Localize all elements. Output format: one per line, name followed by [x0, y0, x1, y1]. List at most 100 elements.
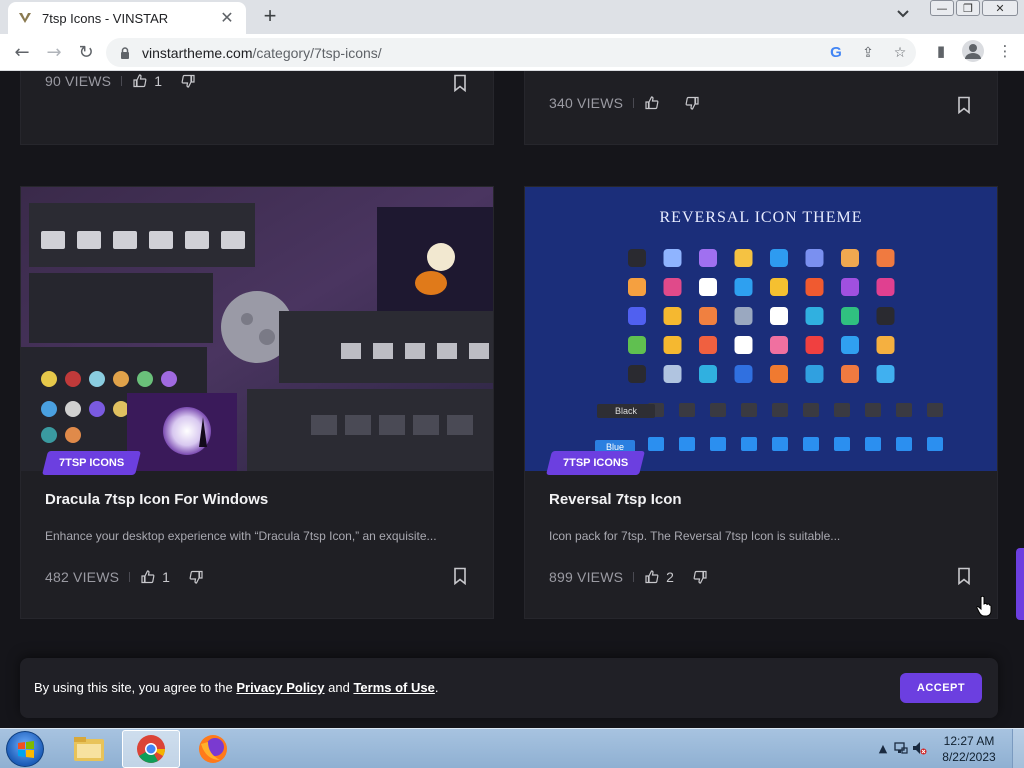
- minimize-button[interactable]: —: [930, 0, 954, 16]
- app-icon-tile: [734, 307, 753, 325]
- app-icon-tile: [663, 278, 682, 296]
- accept-cookies-button[interactable]: ACCEPT: [900, 673, 982, 703]
- system-tray: ▲ 12:27 AM 8/22/2023: [874, 729, 1024, 768]
- clock-time: 12:27 AM: [943, 734, 995, 748]
- meta-divider: [129, 572, 131, 582]
- url-text[interactable]: vinstartheme.com/category/7tsp-icons/: [142, 45, 382, 61]
- url-domain: vinstartheme.com: [142, 44, 253, 61]
- firefox-icon: [199, 735, 227, 763]
- address-bar[interactable]: vinstartheme.com/category/7tsp-icons/ G …: [106, 38, 916, 67]
- likes-count: 1: [154, 73, 162, 89]
- black-folder-tile: [679, 403, 695, 417]
- like-button[interactable]: 2: [644, 569, 674, 585]
- bookmark-icon[interactable]: [452, 567, 468, 585]
- omnibox-actions: G ⇪ ☆: [826, 43, 910, 63]
- taskbar-file-explorer[interactable]: [60, 730, 118, 768]
- tab-search-icon[interactable]: [896, 8, 910, 22]
- tab-strip: 7tsp Icons - VINSTAR ✕ + — ❐ ✕: [0, 0, 1024, 34]
- black-folder-tile: [741, 403, 757, 417]
- dislike-button[interactable]: [692, 569, 708, 585]
- like-button[interactable]: [644, 95, 666, 111]
- post-excerpt: Icon pack for 7tsp. The Reversal 7tsp Ic…: [549, 529, 841, 543]
- app-icon-tile: [805, 307, 824, 325]
- blue-folder-tile: [896, 437, 912, 451]
- scrollbar-thumb[interactable]: [1016, 548, 1024, 620]
- category-badge[interactable]: 7TSP ICONS: [546, 451, 646, 475]
- app-icon-tile: [663, 365, 682, 383]
- show-desktop-button[interactable]: [1012, 729, 1024, 768]
- bookmark-star-icon[interactable]: ☆: [890, 43, 910, 63]
- terms-of-use-link[interactable]: Terms of Use: [353, 680, 434, 695]
- app-icon-tile: [770, 336, 788, 354]
- bookmark-icon[interactable]: [956, 567, 972, 585]
- app-icon-tile: [805, 336, 824, 354]
- likes-count: 1: [162, 569, 170, 585]
- black-folder-tile: [834, 403, 850, 417]
- windows-logo-icon: [18, 741, 34, 758]
- category-badge-label: 7TSP ICONS: [59, 457, 125, 469]
- folder-icon: [74, 737, 104, 761]
- side-panel-icon[interactable]: ▮: [930, 40, 952, 62]
- category-badge[interactable]: 7TSP ICONS: [42, 451, 142, 475]
- browser-tab-active[interactable]: 7tsp Icons - VINSTAR ✕: [8, 2, 246, 34]
- dracula-preview-image: [21, 187, 493, 471]
- meta-divider: [633, 572, 635, 582]
- dislike-button[interactable]: [188, 569, 204, 585]
- bookmark-icon[interactable]: [452, 74, 468, 92]
- volume-muted-icon[interactable]: [910, 740, 928, 758]
- privacy-policy-link[interactable]: Privacy Policy: [236, 680, 324, 695]
- reload-button[interactable]: ↻: [74, 41, 98, 65]
- back-button[interactable]: ←: [10, 41, 34, 65]
- new-tab-button[interactable]: +: [258, 4, 282, 28]
- like-button[interactable]: 1: [132, 73, 162, 89]
- tab-close-icon[interactable]: ✕: [218, 8, 236, 28]
- google-lens-icon[interactable]: G: [826, 43, 846, 63]
- black-folder-tile: [772, 403, 788, 417]
- app-icon-tile: [841, 365, 859, 383]
- bookmark-icon[interactable]: [956, 96, 972, 114]
- thumbs-down-icon: [189, 570, 203, 584]
- blue-folder-tile: [710, 437, 726, 451]
- clock[interactable]: 12:27 AM 8/22/2023: [934, 733, 1004, 765]
- app-icon-tile: [628, 365, 646, 383]
- blue-folder-tile: [834, 437, 850, 451]
- post-title[interactable]: Reversal 7tsp Icon: [549, 491, 682, 508]
- window-close-button[interactable]: ✕: [982, 0, 1018, 16]
- app-icon-tile: [734, 249, 753, 267]
- app-icon-tile: [876, 249, 895, 267]
- chrome-menu-icon[interactable]: ⋮: [994, 40, 1016, 62]
- app-icon-tile: [876, 365, 895, 383]
- post-thumbnail[interactable]: [21, 187, 493, 471]
- thumbs-down-icon: [693, 570, 707, 584]
- dislike-button[interactable]: [180, 73, 196, 89]
- like-button[interactable]: 1: [140, 569, 170, 585]
- tab-title: 7tsp Icons - VINSTAR: [42, 10, 169, 26]
- network-icon[interactable]: [892, 740, 910, 758]
- share-icon[interactable]: ⇪: [858, 43, 878, 63]
- black-folder-tile: [865, 403, 881, 417]
- profile-avatar-icon[interactable]: [962, 40, 984, 62]
- thumbs-down-icon: [685, 96, 699, 110]
- site-favicon-icon: [19, 13, 31, 23]
- post-title[interactable]: Dracula 7tsp Icon For Windows: [45, 491, 268, 508]
- forward-button[interactable]: →: [42, 41, 66, 65]
- show-hidden-icons-icon[interactable]: ▲: [874, 740, 892, 758]
- app-icon-tile: [805, 249, 824, 267]
- post-thumbnail[interactable]: REVERSAL ICON THEME Black Blue: [525, 187, 997, 471]
- app-icon-tile: [805, 365, 824, 383]
- restore-button[interactable]: ❐: [956, 0, 980, 16]
- taskbar-firefox[interactable]: [184, 730, 242, 768]
- dislike-button[interactable]: [684, 95, 700, 111]
- lock-icon[interactable]: [118, 46, 132, 60]
- app-icon-tile: [699, 365, 717, 383]
- post-meta: 899 VIEWS 2: [549, 569, 726, 585]
- start-button[interactable]: [6, 731, 44, 767]
- app-icon-tile: [734, 365, 753, 383]
- taskbar-chrome[interactable]: [122, 730, 180, 768]
- url-path: /category/7tsp-icons/: [252, 44, 382, 61]
- black-folder-tile: [710, 403, 726, 417]
- image-label-black: Black: [597, 404, 655, 418]
- cookie-text-suffix: .: [434, 680, 439, 695]
- cookie-text-prefix: By using this site, you agree to the: [34, 680, 237, 695]
- app-icon-tile: [699, 249, 717, 267]
